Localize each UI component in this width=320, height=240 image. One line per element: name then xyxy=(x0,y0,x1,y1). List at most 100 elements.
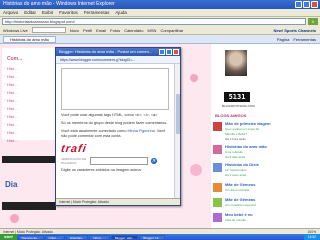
toolbar-item-compartilhar[interactable]: Compartilhar xyxy=(160,28,183,33)
go-button[interactable]: Ir xyxy=(308,18,318,25)
menu-item-exibir[interactable]: Exibir xyxy=(42,9,53,16)
blog-thumbnail xyxy=(213,198,222,207)
blog-post-title[interactable]: Um recadinho especial xyxy=(225,203,256,207)
blog-post-title[interactable]: Quer ganhar um super kit xyxy=(225,127,259,131)
toolbar-item-novo[interactable]: Novo xyxy=(70,28,79,33)
blog-title[interactable]: Histórias do amo mão xyxy=(225,144,267,149)
address-bar: http://historiasdoamonao.blogspot.com/ I… xyxy=(0,17,320,26)
menu-item-favoritos[interactable]: Favoritos xyxy=(59,9,78,16)
decorative-dot xyxy=(10,214,19,223)
right-sidebar: 5131 BLOGSPOTNOVA.COM BLOGS AMIGOS Mão d… xyxy=(211,44,320,228)
system-clock[interactable]: 14:52 xyxy=(303,234,320,240)
blog-title[interactable]: Mãe de Gêmeas xyxy=(225,197,255,202)
blog-post-title[interactable]: Uma reflexão xyxy=(225,150,243,154)
taskbar-item[interactable]: Orkut - ... xyxy=(44,234,66,240)
popup-minimize-button[interactable] xyxy=(159,49,165,55)
decorative-dot xyxy=(190,164,202,176)
menu-item-ferramentas[interactable]: Ferramentas xyxy=(84,9,110,16)
taskbar-item[interactable]: Blogger: Hi... xyxy=(139,234,165,240)
post-divider xyxy=(2,156,56,163)
captcha-image: trafi xyxy=(60,143,88,155)
decorative-dot xyxy=(190,74,198,82)
visitor-counter: 5131 xyxy=(224,92,250,102)
captcha-hint: Digite os caracteres exibidos na imagem … xyxy=(61,168,142,172)
menu-item-arquivo[interactable]: Arquivo xyxy=(3,9,18,16)
blog-list-item[interactable]: Meu bebê e eu Vida de mamãe xyxy=(213,211,317,228)
tab-historias[interactable]: Histórias do amo mão xyxy=(3,35,56,43)
toolbar-item-fotos[interactable]: Fotos xyxy=(110,28,120,33)
blog-title[interactable]: Meu bebê e eu xyxy=(225,212,253,217)
taskbar-item[interactable]: Documento... xyxy=(17,234,44,240)
menu-item-editar[interactable]: Editar xyxy=(24,9,36,16)
blog-post-time: Há 3 anos atrás xyxy=(225,173,247,177)
members-note: Só os membros do grupo deste blog podem … xyxy=(61,121,168,125)
blog-post-time: Há 5 dias atrás xyxy=(225,155,246,159)
word-verification-row: VERIFICAÇÃO DE PALAVRAS ♿ xyxy=(61,157,171,165)
word-verification-input[interactable] xyxy=(90,157,148,165)
toolbar-item-email[interactable]: Email xyxy=(96,28,106,33)
blog-title[interactable]: Mão de primeira viagem xyxy=(225,121,271,126)
taskbar-item[interactable]: Histórias... xyxy=(66,234,89,240)
windows-live-toolbar: Windows Live Novo Perfil Email Fotos Cal… xyxy=(0,26,320,35)
left-link[interactable]: Hist... xyxy=(7,74,17,79)
tools-menu[interactable]: Ferramentas xyxy=(293,37,316,42)
menu-item-ajuda[interactable]: Ajuda xyxy=(115,9,127,16)
blog-thumbnail xyxy=(213,213,222,222)
blog-post-title[interactable]: Um dia em família xyxy=(225,188,249,192)
toolbar-search-input[interactable] xyxy=(31,27,66,33)
left-link[interactable]: Hist... xyxy=(7,98,17,103)
connected-note: Você está atualmente conectado como Minh… xyxy=(61,129,166,138)
menu-bar: Arquivo Editar Exibir Favoritos Ferramen… xyxy=(0,9,320,17)
news-link[interactable]: New! Sports Channels xyxy=(274,28,316,33)
taskbar-item[interactable]: Orkut - ... xyxy=(89,234,110,240)
left-link[interactable]: Hist... xyxy=(7,66,17,71)
popup-title-bar: Blogger: Histórias do amo mão - Postar u… xyxy=(56,48,180,56)
comment-popup-window: Blogger: Histórias do amo mão - Postar u… xyxy=(55,47,181,206)
left-link[interactable]: Hist... xyxy=(7,122,17,127)
minimize-button[interactable] xyxy=(295,1,302,8)
accessibility-icon[interactable]: ♿ xyxy=(151,158,157,164)
left-link[interactable]: Hist... xyxy=(7,138,17,143)
left-link-list: Hist... Hist... Hist... Hist... Hist... … xyxy=(7,66,17,143)
html-note: Você pode usar algumas tags HTML, como <… xyxy=(61,113,158,117)
blog-thumbnail xyxy=(213,122,222,131)
left-link[interactable]: Hist... xyxy=(7,82,17,87)
left-heading: Com... xyxy=(7,56,23,62)
start-button[interactable]: start xyxy=(0,234,17,240)
popup-maximize-button[interactable] xyxy=(166,49,172,55)
toolbar-item-perfil[interactable]: Perfil xyxy=(83,28,92,33)
blog-post-title[interactable]: Vida de mamãe xyxy=(225,218,246,222)
toolbar-item-calendario[interactable]: Calendário xyxy=(124,28,143,33)
connected-user-link[interactable]: Minha Figurinha xyxy=(128,129,155,133)
blog-title[interactable]: Mãe de Gêmeos xyxy=(225,182,255,187)
popup-scrollbar[interactable] xyxy=(174,64,180,199)
blog-post-time: Há 1 hora atrás xyxy=(225,137,246,141)
scrollbar-thumb[interactable] xyxy=(176,94,180,134)
close-button[interactable] xyxy=(311,1,318,8)
counter-label: BLOGSPOTNOVA.COM xyxy=(222,104,255,108)
blog-title[interactable]: Histórias do Dixie xyxy=(225,162,259,167)
left-link[interactable]: Hist... xyxy=(7,130,17,135)
popup-close-button[interactable] xyxy=(173,49,179,55)
taskbar-item-active[interactable]: Blogger: Hist... xyxy=(110,234,139,240)
blog-thumbnail xyxy=(213,163,222,172)
popup-address: https://www.blogger.com/comment.g?blogID… xyxy=(56,56,180,64)
blog-list-heading: BLOGS AMIGOS xyxy=(215,113,247,118)
taskbar: start Documento... Orkut - ... Histórias… xyxy=(0,234,320,240)
blog-post-title[interactable]: 12º Mesversário xyxy=(225,168,247,172)
windows-live-label: Windows Live xyxy=(3,27,28,33)
left-link[interactable]: Hist... xyxy=(7,106,17,111)
toolbar-item-msn[interactable]: MSN xyxy=(148,28,157,33)
window-title: Histórias do amo mão - Windows Internet … xyxy=(3,1,115,7)
profile-photo[interactable] xyxy=(225,50,247,76)
address-input[interactable]: http://historiasdoamonao.blogspot.com/ xyxy=(2,18,306,25)
post-heading: Dia xyxy=(5,180,18,189)
blog-thumbnail xyxy=(213,145,222,154)
window-title-bar: Histórias do amo mão - Windows Internet … xyxy=(0,0,320,9)
left-link[interactable]: Hist... xyxy=(7,114,17,119)
page-menu[interactable]: Página xyxy=(277,37,289,42)
popup-status-bar: Internet | Modo Protegido: Ativado xyxy=(56,198,180,205)
left-link[interactable]: Hist... xyxy=(7,90,17,95)
comment-textarea[interactable] xyxy=(61,68,169,110)
maximize-button[interactable] xyxy=(303,1,310,8)
